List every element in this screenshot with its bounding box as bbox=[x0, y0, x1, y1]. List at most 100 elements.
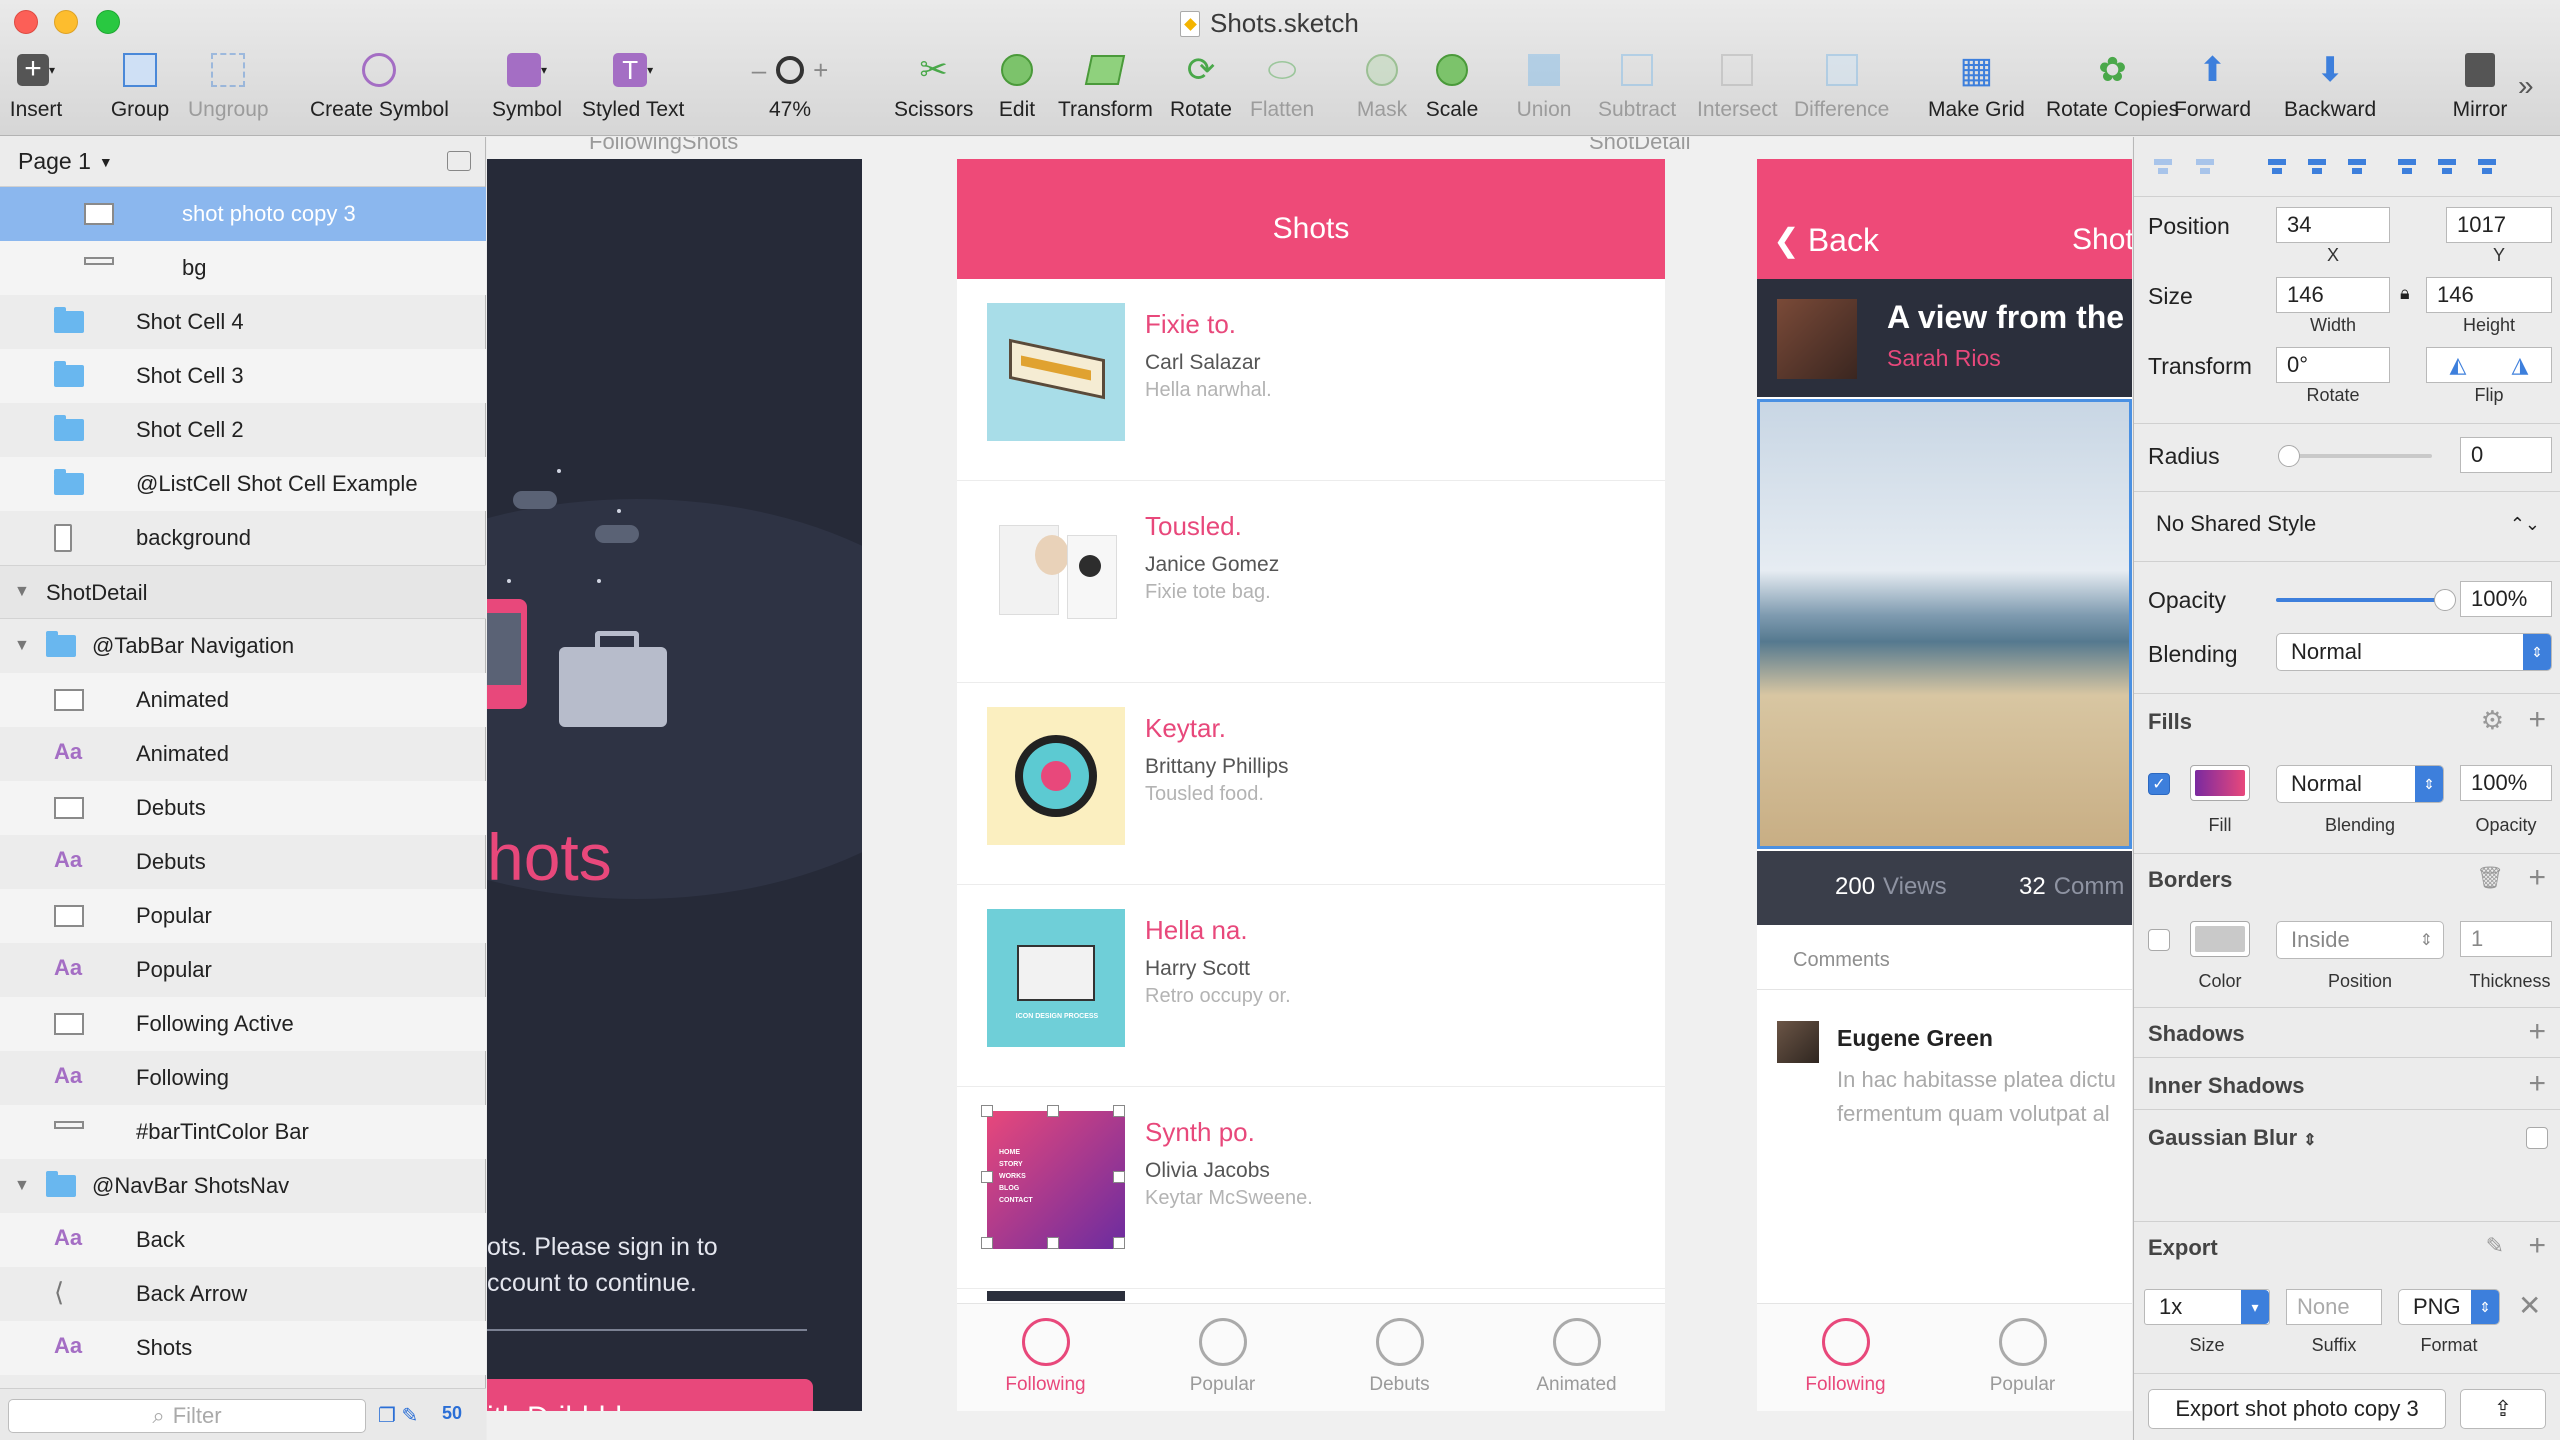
layer-row[interactable]: background bbox=[0, 511, 486, 565]
layer-row[interactable]: ▶Shot Cell 2 bbox=[0, 403, 486, 457]
add-inner-shadow-icon[interactable]: + bbox=[2528, 1069, 2546, 1099]
fill-opacity-field[interactable]: 100% bbox=[2460, 765, 2552, 801]
opacity-slider[interactable] bbox=[2276, 598, 2446, 602]
y-field[interactable]: 1017 bbox=[2446, 207, 2552, 243]
toolbar-overflow-icon[interactable]: » bbox=[2518, 70, 2534, 102]
shot-photo-selected[interactable] bbox=[1757, 399, 2132, 849]
share-icon[interactable]: ⇪ bbox=[2460, 1389, 2546, 1429]
artboard-label[interactable]: ShotDetail bbox=[1589, 137, 1691, 155]
scissors-button[interactable]: ✂ Scissors bbox=[894, 48, 973, 128]
layer-row[interactable]: Aa Back bbox=[0, 1213, 486, 1267]
filter-options-icon[interactable]: ❐ ✎ bbox=[378, 1403, 418, 1428]
add-fill-icon[interactable]: + bbox=[2528, 705, 2546, 735]
rotate-copies-button[interactable]: ✿ Rotate Copies bbox=[2046, 48, 2179, 128]
layer-row[interactable]: Animated bbox=[0, 673, 486, 727]
width-field[interactable]: 146 bbox=[2276, 277, 2390, 313]
export-suffix-field[interactable]: None bbox=[2286, 1289, 2382, 1325]
layer-row[interactable]: ▶@ListCell Shot Cell Example bbox=[0, 457, 486, 511]
layer-row[interactable]: ▼ @TabBar Navigation bbox=[0, 619, 486, 673]
back-button[interactable]: ❮ Back bbox=[1773, 221, 1879, 259]
radius-field[interactable]: 0 bbox=[2460, 437, 2552, 473]
opacity-field[interactable]: 100% bbox=[2460, 581, 2552, 617]
layer-row[interactable]: Following Active bbox=[0, 997, 486, 1051]
insert-button[interactable]: + ▾ Insert bbox=[6, 48, 66, 128]
mirror-button[interactable]: Mirror bbox=[2450, 48, 2510, 128]
layer-row[interactable]: Aa Following bbox=[0, 1051, 486, 1105]
distribute-horizontal-icon[interactable] bbox=[2150, 153, 2176, 179]
login-artboard[interactable]: hots ots. Please sign in to ccount to co… bbox=[487, 159, 862, 1411]
height-field[interactable]: 146 bbox=[2426, 277, 2552, 313]
gaussian-blur-header[interactable]: Gaussian Blur ⇕ bbox=[2148, 1125, 2317, 1151]
blur-enabled-checkbox[interactable] bbox=[2526, 1127, 2548, 1149]
selection-handle[interactable] bbox=[1113, 1105, 1125, 1117]
trash-icon[interactable]: 🗑︎ bbox=[2476, 865, 2504, 891]
mask-button[interactable]: Mask bbox=[1352, 48, 1412, 128]
selection-handle[interactable] bbox=[1047, 1105, 1059, 1117]
filter-input[interactable]: ⌕ Filter bbox=[8, 1399, 366, 1433]
artboard-label[interactable]: FollowingShots bbox=[589, 137, 738, 155]
rotate-button[interactable]: ⟳ Rotate bbox=[1170, 48, 1232, 128]
border-thickness-field[interactable]: 1 bbox=[2460, 921, 2552, 957]
selection-handle[interactable] bbox=[981, 1171, 993, 1183]
layer-row[interactable]: ▶Shot Cell 4 bbox=[0, 295, 486, 349]
layer-row[interactable]: #barTintColor Bar bbox=[0, 1105, 486, 1159]
border-position-select[interactable]: Inside ⇕ bbox=[2276, 921, 2444, 959]
backward-button[interactable]: ⬇ Backward bbox=[2284, 48, 2376, 128]
layer-row[interactable]: ▼ ShotDetail bbox=[0, 565, 486, 619]
tab-following[interactable]: Following bbox=[957, 1304, 1134, 1411]
selection-handle[interactable] bbox=[1113, 1171, 1125, 1183]
align-center-icon[interactable] bbox=[2304, 153, 2330, 179]
tab-debuts[interactable]: Debuts bbox=[1311, 1304, 1488, 1411]
selection-handle[interactable] bbox=[1047, 1237, 1059, 1249]
shot-cell[interactable]: Keytar. Brittany Phillips Tousled food. bbox=[957, 683, 1665, 885]
difference-button[interactable]: Difference bbox=[1794, 48, 1889, 128]
make-grid-button[interactable]: ▦ Make Grid bbox=[1928, 48, 2025, 128]
disclosure-open-icon[interactable]: ▼ bbox=[14, 637, 30, 655]
selection-handle[interactable] bbox=[981, 1237, 993, 1249]
disclosure-open-icon[interactable]: ▼ bbox=[14, 583, 30, 601]
shot-detail-artboard[interactable]: ❮ Back Shot A view from the I Sarah Rios… bbox=[1757, 159, 2132, 1411]
remove-export-icon[interactable]: ✕ bbox=[2518, 1289, 2541, 1322]
layer-row[interactable]: ⟨ Back Arrow bbox=[0, 1267, 486, 1321]
align-right-icon[interactable] bbox=[2344, 153, 2370, 179]
align-middle-icon[interactable] bbox=[2434, 153, 2460, 179]
flatten-button[interactable]: ⬭ Flatten bbox=[1250, 48, 1314, 128]
add-export-icon[interactable]: + bbox=[2528, 1231, 2546, 1261]
tab-animated[interactable]: Animated bbox=[1488, 1304, 1665, 1411]
tab-popular[interactable]: Popular bbox=[1934, 1304, 2111, 1411]
blending-select[interactable]: Normal ⇕ bbox=[2276, 633, 2552, 671]
union-button[interactable]: Union bbox=[1514, 48, 1574, 128]
tab-following[interactable]: Following bbox=[1757, 1304, 1934, 1411]
layer-row[interactable]: Aa Animated bbox=[0, 727, 486, 781]
x-field[interactable]: 34 bbox=[2276, 207, 2390, 243]
fill-color-swatch[interactable] bbox=[2190, 765, 2250, 801]
layer-row[interactable]: Debuts bbox=[0, 781, 486, 835]
flip-vertical-icon[interactable]: ◮ bbox=[2512, 352, 2529, 378]
layer-row[interactable]: Aa Popular bbox=[0, 943, 486, 997]
lock-icon[interactable]: 🔒︎ bbox=[2400, 283, 2410, 304]
layer-row[interactable]: Popular bbox=[0, 889, 486, 943]
radius-slider[interactable] bbox=[2282, 454, 2432, 458]
tab-popular[interactable]: Popular bbox=[1134, 1304, 1311, 1411]
rotate-field[interactable]: 0° bbox=[2276, 347, 2390, 383]
pencil-icon[interactable]: ✎ bbox=[2486, 1233, 2504, 1259]
zoom-control[interactable]: – + 47% bbox=[738, 48, 842, 128]
page-selector[interactable]: Page 1 ▼ bbox=[0, 137, 485, 187]
selection-handle[interactable] bbox=[981, 1105, 993, 1117]
align-top-icon[interactable] bbox=[2394, 153, 2420, 179]
border-color-swatch[interactable] bbox=[2190, 921, 2250, 957]
radius-knob[interactable] bbox=[2278, 445, 2300, 467]
opacity-knob[interactable] bbox=[2434, 589, 2456, 611]
layer-row[interactable]: shot photo copy 3 bbox=[0, 187, 486, 241]
sign-in-dribbble-button[interactable]: ith Dribbble bbox=[487, 1379, 813, 1411]
gear-icon[interactable]: ⚙ bbox=[2481, 705, 2504, 736]
zoom-window-button[interactable] bbox=[96, 10, 120, 34]
layer-row[interactable]: Aa Debuts bbox=[0, 835, 486, 889]
forward-button[interactable]: ⬆ Forward bbox=[2174, 48, 2251, 128]
symbol-button[interactable]: ▾ Symbol bbox=[492, 48, 562, 128]
layer-row[interactable]: ▶Shot Cell 3 bbox=[0, 349, 486, 403]
canvas[interactable]: hots ots. Please sign in to ccount to co… bbox=[487, 137, 2132, 1440]
collapse-pages-icon[interactable] bbox=[447, 151, 471, 171]
distribute-vertical-icon[interactable] bbox=[2192, 153, 2218, 179]
align-bottom-icon[interactable] bbox=[2474, 153, 2500, 179]
